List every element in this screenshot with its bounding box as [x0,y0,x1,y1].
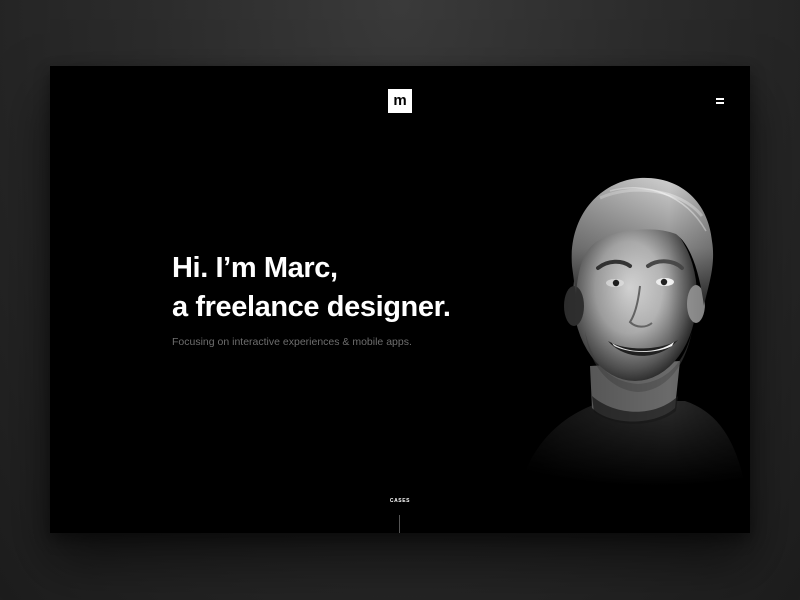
hero-headline: Hi. I’m Marc, a freelance designer. [172,249,451,327]
hero-headline-line2: a freelance designer. [172,291,451,323]
logo-m-icon[interactable]: m [388,89,412,113]
logo-letter: m [393,91,407,109]
scroll-indicator-line [399,515,400,533]
hero-tagline: Focusing on interactive experiences & mo… [172,336,412,348]
hamburger-menu-icon[interactable] [716,97,725,105]
website-frame: m Hi. I’m Marc, a freelance designer. Fo… [50,66,750,533]
cases-link[interactable]: CASES [380,498,420,504]
portrait-photo [480,146,750,486]
hero-headline-line1: Hi. I’m Marc, [172,252,338,284]
